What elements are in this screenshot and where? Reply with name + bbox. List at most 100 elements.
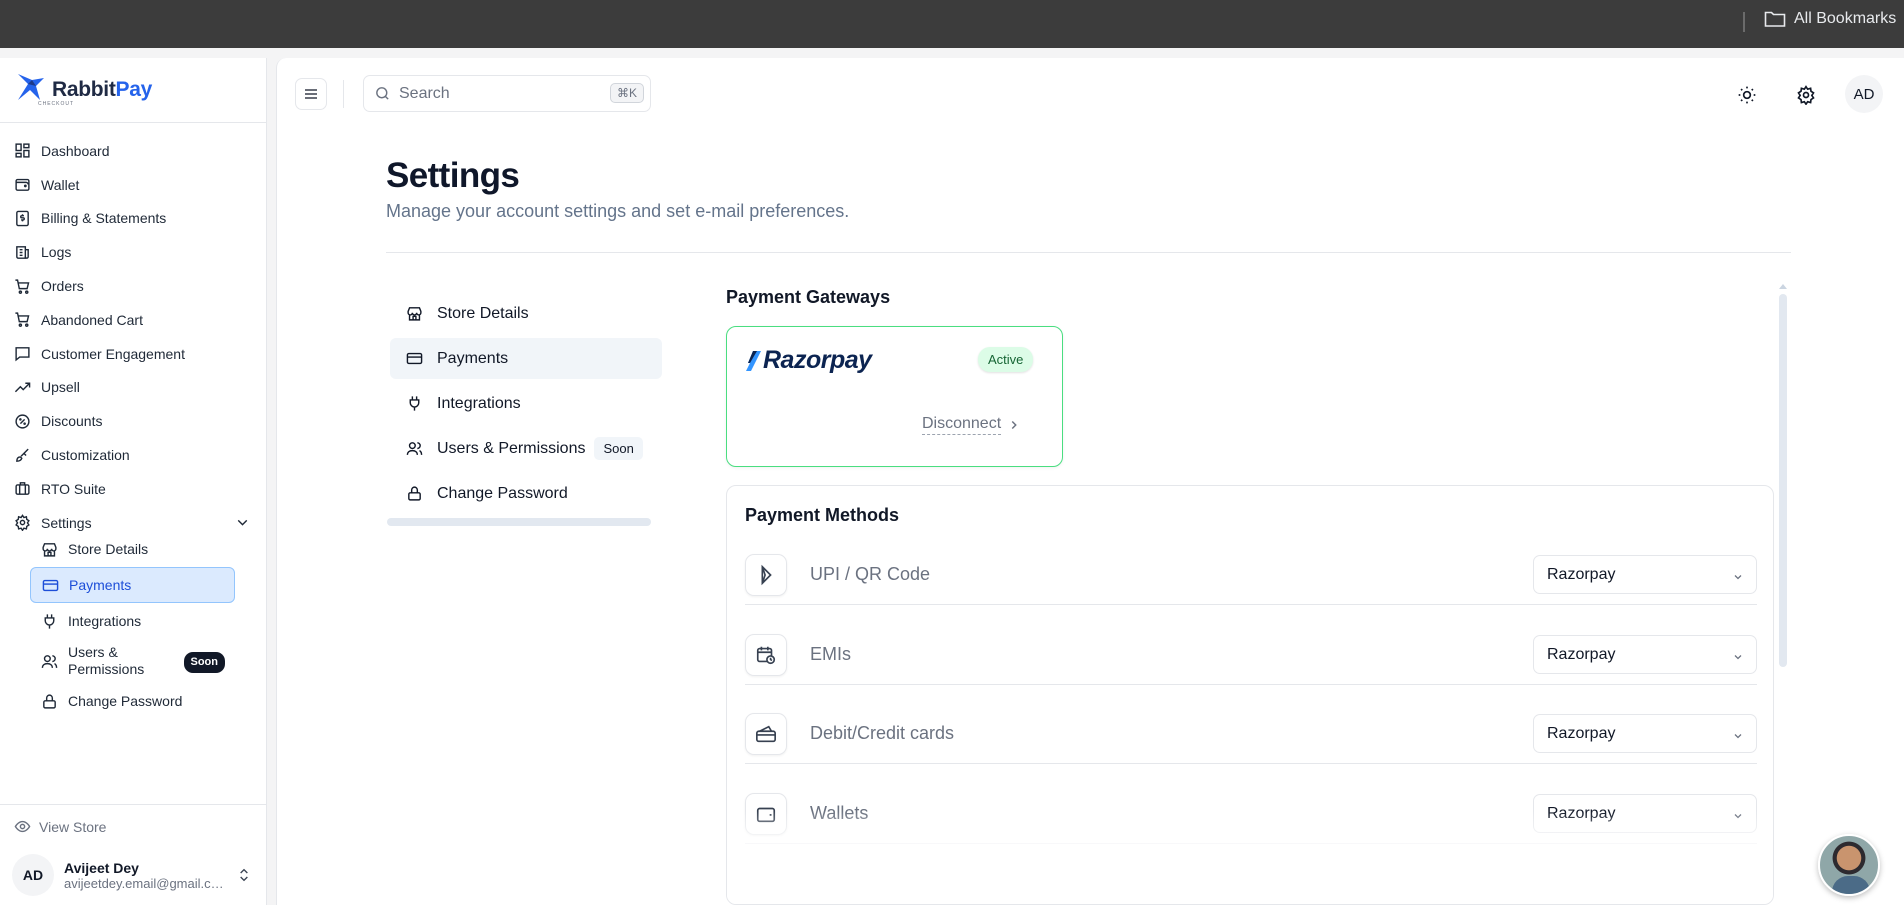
- avatar[interactable]: AD: [1845, 75, 1883, 113]
- sidebar-divider: [0, 122, 267, 123]
- brand-tagline: CHECKOUT: [38, 101, 75, 107]
- settings-tab-integrations[interactable]: Integrations: [390, 383, 662, 424]
- browser-bookmark-bar: All Bookmarks: [0, 0, 1904, 48]
- settings-nav-scrollbar[interactable]: [387, 518, 651, 526]
- page-title: Settings: [386, 156, 520, 195]
- settings-tab-store-details[interactable]: Store Details: [390, 293, 662, 334]
- disconnect-label: Disconnect: [922, 415, 1002, 435]
- message-icon: [15, 347, 30, 362]
- provider-select-value: Razorpay: [1547, 645, 1616, 663]
- eye-icon: [14, 820, 31, 833]
- razorpay-mark-icon: [746, 350, 761, 371]
- dashboard-icon: [15, 143, 30, 158]
- sidebar-subitem-payments[interactable]: Payments: [30, 567, 235, 603]
- brand-name-pay: Pay: [115, 77, 153, 101]
- provider-select[interactable]: Razorpay: [1533, 555, 1757, 594]
- status-badge: Active: [978, 347, 1034, 372]
- subitem-label: Users & Permissions: [68, 644, 145, 677]
- hamburger-icon: [305, 89, 317, 99]
- bookmark-separator: [1743, 12, 1745, 32]
- sidebar-item-label: Settings: [41, 514, 92, 531]
- sidebar-item-label: Logs: [41, 244, 72, 261]
- users-icon: [41, 654, 58, 668]
- soon-badge: Soon: [594, 437, 643, 460]
- gear-icon: [1797, 85, 1815, 105]
- main-content: ⌘K AD Settings Manage your account setti…: [276, 58, 1904, 905]
- settings-button[interactable]: [1790, 79, 1822, 111]
- users-icon: [406, 442, 423, 455]
- cards-icon: [745, 713, 787, 755]
- sidebar-item-logs[interactable]: Logs: [0, 235, 267, 269]
- sidebar-item-abandoned-cart[interactable]: Abandoned Cart: [0, 303, 267, 337]
- luggage-icon: [15, 482, 30, 496]
- settings-tab-payments[interactable]: Payments: [390, 338, 662, 379]
- logs-icon: [16, 245, 29, 259]
- scroll-fade-overlay: [727, 811, 1773, 904]
- chevron-down-icon: [1734, 575, 1742, 580]
- vertical-scrollbar[interactable]: [1779, 284, 1787, 904]
- user-account-switcher[interactable]: AD Avijeet Dey avijeetdey.email@gmail.co…: [12, 854, 252, 896]
- settings-tab-change-password[interactable]: Change Password: [390, 473, 662, 514]
- card-icon: [406, 352, 423, 365]
- razorpay-logo: Razorpay: [746, 346, 872, 375]
- sidebar-item-billing[interactable]: Billing & Statements: [0, 202, 267, 236]
- avatar: AD: [12, 854, 54, 896]
- payment-method-label: UPI / QR Code: [810, 564, 931, 584]
- sidebar-item-label: Discounts: [41, 413, 103, 430]
- view-store-link[interactable]: View Store: [14, 818, 106, 835]
- sidebar-subitem-users-permissions[interactable]: Users & Permissions Soon: [30, 639, 235, 683]
- settings-subnav: Store Details Payments Integrations User…: [30, 531, 235, 719]
- search-box[interactable]: ⌘K: [363, 75, 651, 112]
- scrollbar-thumb[interactable]: [1779, 294, 1787, 667]
- title-divider: [386, 252, 1791, 253]
- menu-toggle-button[interactable]: [295, 78, 327, 110]
- sidebar-item-label: Wallet: [41, 176, 80, 193]
- theme-toggle-button[interactable]: [1731, 79, 1763, 111]
- subitem-label: Payments: [69, 577, 132, 593]
- sidebar-item-customer-engagement[interactable]: Customer Engagement: [0, 337, 267, 371]
- provider-select[interactable]: Razorpay: [1533, 635, 1757, 674]
- soon-badge: Soon: [183, 652, 225, 673]
- scroll-up-arrow-icon[interactable]: [1779, 284, 1787, 289]
- view-store-label: View Store: [39, 818, 107, 835]
- sidebar-item-label: RTO Suite: [41, 480, 106, 497]
- sidebar-item-label: Customization: [41, 447, 130, 464]
- plug-icon: [409, 396, 420, 411]
- payment-method-label: Debit/Credit cards: [810, 723, 955, 743]
- settings-tab-label: Store Details: [437, 304, 529, 322]
- sidebar-item-orders[interactable]: Orders: [0, 269, 267, 303]
- all-bookmarks-label: All Bookmarks: [1794, 10, 1897, 27]
- sidebar-subitem-integrations[interactable]: Integrations: [30, 603, 235, 639]
- chevron-right-icon: [1011, 420, 1017, 430]
- page-subtitle: Manage your account settings and set e-m…: [386, 201, 850, 221]
- cart-icon: [15, 278, 30, 294]
- plug-icon: [44, 613, 55, 629]
- sidebar-item-upsell[interactable]: Upsell: [0, 371, 267, 405]
- sidebar-item-wallet[interactable]: Wallet: [0, 168, 267, 202]
- folder-icon: [1764, 10, 1786, 28]
- all-bookmarks-button[interactable]: All Bookmarks: [1764, 10, 1896, 28]
- user-email: avijeetdey.email@gmail.com: [64, 875, 224, 891]
- store-icon: [407, 307, 422, 321]
- rabbitpay-logo[interactable]: RabbitPay: [14, 70, 152, 109]
- sidebar-item-discounts[interactable]: Discounts: [0, 404, 267, 438]
- provider-select[interactable]: Razorpay: [1533, 714, 1757, 753]
- settings-tab-label: Payments: [437, 349, 509, 367]
- sidebar-item-dashboard[interactable]: Dashboard: [0, 134, 267, 168]
- calendar-clock-icon: [745, 634, 787, 676]
- sidebar-subitem-change-password[interactable]: Change Password: [30, 683, 235, 719]
- sidebar-item-rto-suite[interactable]: RTO Suite: [0, 472, 267, 506]
- sidebar-item-customization[interactable]: Customization: [0, 438, 267, 472]
- sidebar-item-label: Billing & Statements: [41, 210, 167, 227]
- provider-select-value: Razorpay: [1547, 724, 1616, 742]
- settings-tab-users-permissions[interactable]: Users & Permissions Soon: [390, 428, 662, 469]
- chevron-down-icon[interactable]: [234, 514, 251, 531]
- sidebar-subitem-store-details[interactable]: Store Details: [30, 531, 235, 567]
- sun-icon: [1738, 86, 1756, 104]
- sidebar: RabbitPay CHECKOUT Dashboard Wallet Bill…: [0, 58, 267, 905]
- disconnect-button[interactable]: Disconnect: [922, 415, 1021, 435]
- support-chat-avatar[interactable]: [1818, 834, 1880, 896]
- sidebar-item-label: Dashboard: [41, 142, 110, 159]
- provider-select-value: Razorpay: [1547, 565, 1616, 583]
- search-input[interactable]: [399, 84, 599, 103]
